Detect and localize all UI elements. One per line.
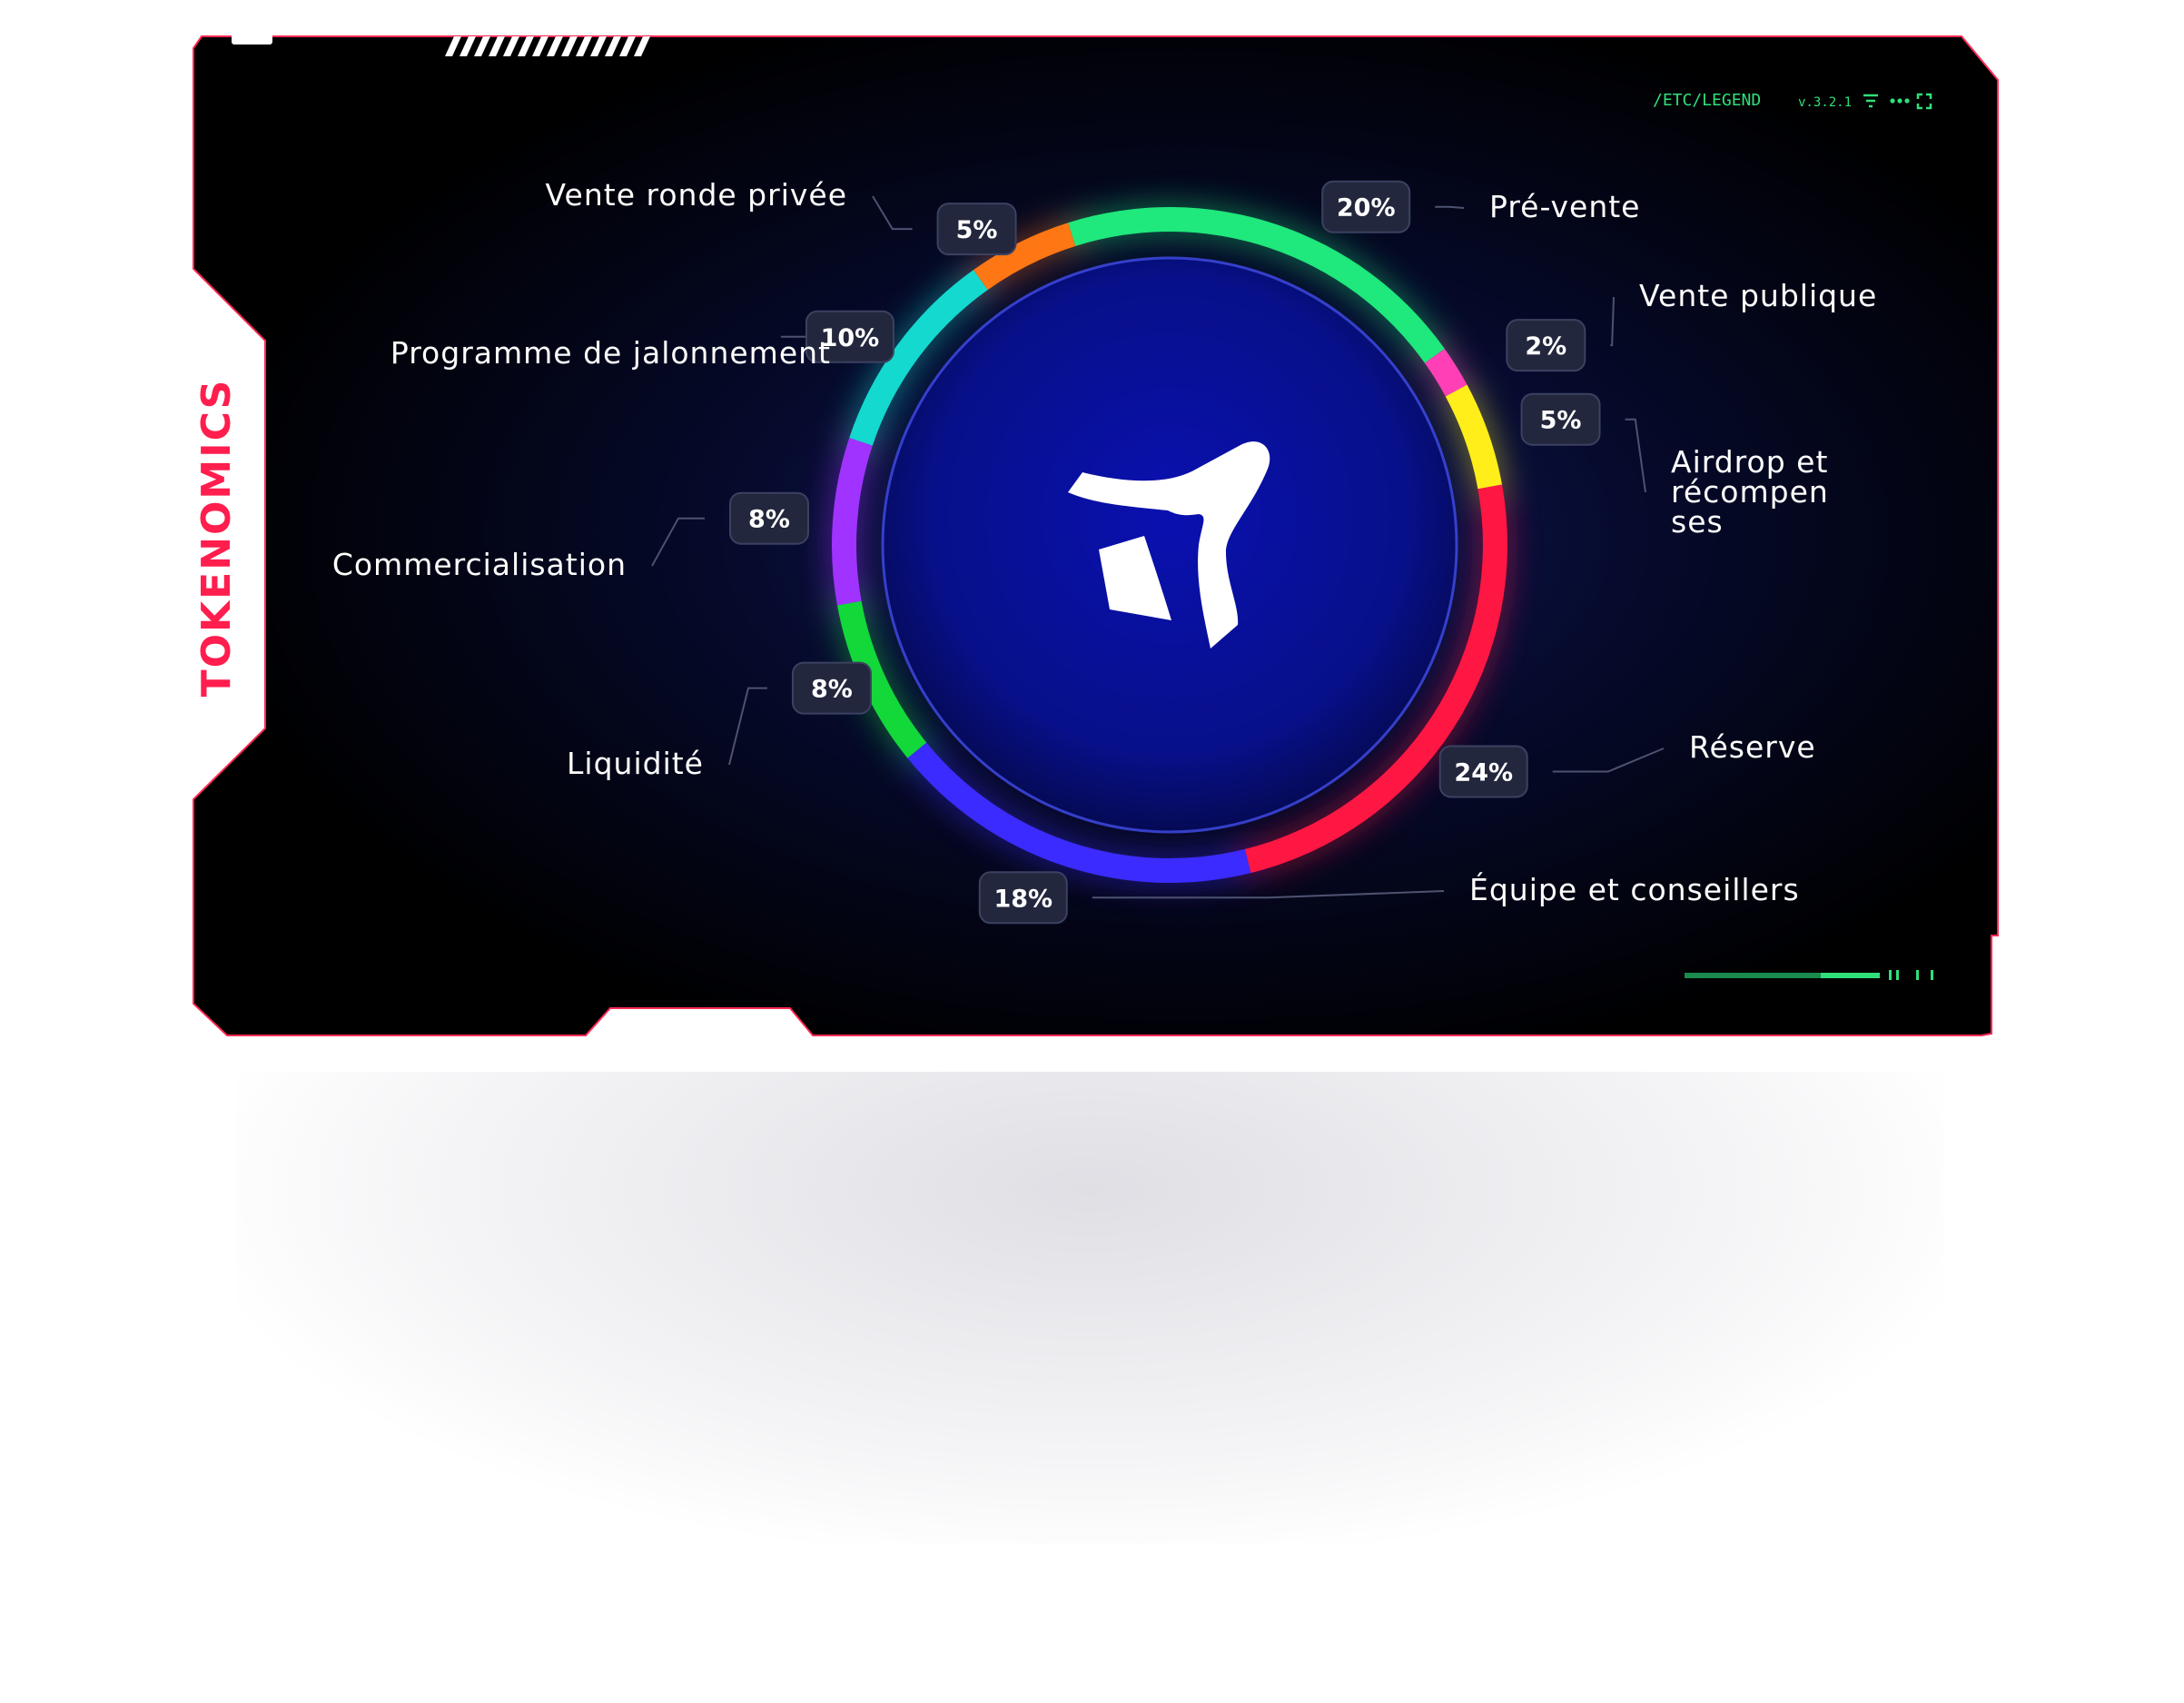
hud-path: /ETC/LEGEND [1653,91,1761,110]
category-label: Programme de jalonnement [390,335,831,371]
more-dots-icon[interactable] [1890,98,1910,104]
value-label: 5% [956,216,998,244]
value-label: 2% [1525,332,1566,361]
tokenomics-panel: TOKENOMICS /ETC/LEGEND v.3.2.1 20% Pré-ve… [193,34,1999,1036]
category-label: Vente publique [1639,278,1877,313]
category-label: Liquidité [567,746,704,781]
category-label: ses [1671,504,1724,540]
value-label: 5% [1540,407,1582,435]
value-label: 8% [811,676,853,704]
category-label: Équipe et conseillers [1469,871,1800,907]
category-label: Réserve [1689,729,1816,765]
top-notch [232,34,272,45]
value-label: 8% [748,506,790,534]
panel-title: TOKENOMICS [193,379,240,698]
center-disc [883,258,1457,832]
category-label: Pré-vente [1489,189,1640,224]
category-label: Vente ronde privée [546,177,847,213]
hud-version: v.3.2.1 [1798,95,1852,110]
value-label: 24% [1454,758,1513,787]
category-label: Commercialisation [332,547,627,582]
value-label: 20% [1337,194,1396,223]
value-label: 18% [993,885,1052,913]
